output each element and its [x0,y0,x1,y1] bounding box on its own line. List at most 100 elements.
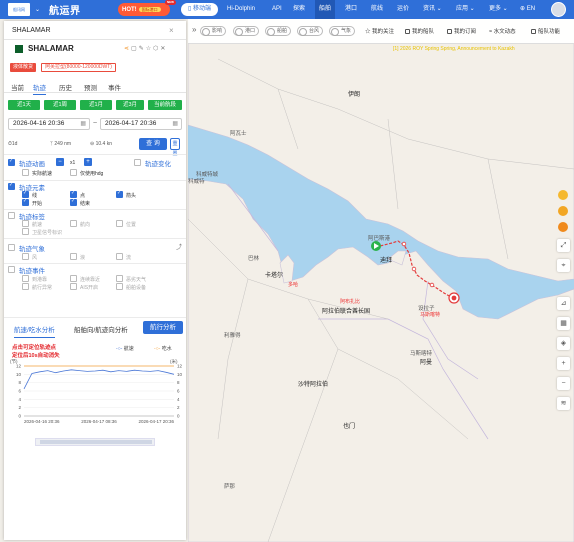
zoom-extent-icon[interactable]: ⤢ [557,239,570,252]
stat-speed: ⊖ 10.4 kn [90,141,112,147]
search-input[interactable]: SHALAMAR [12,27,51,34]
my-fleet[interactable]: 我的船队 [405,27,434,35]
query-button[interactable]: 查 询 [139,138,167,150]
nav-ports[interactable]: 港口 [345,0,357,19]
track-change-checkbox[interactable] [134,159,141,166]
track-tags-checkbox[interactable] [8,212,15,219]
date-to-field[interactable]: 2026-04-17 20:36 ▦ [100,118,182,130]
tab-speed-draft[interactable]: 航速/吃水分析 [14,324,55,338]
event-device-checkbox[interactable] [116,283,123,290]
hdg-only-checkbox[interactable] [70,169,77,176]
mobile-button[interactable]: ▯ 移动端 [181,3,218,16]
chart-svg[interactable]: (节) (米)0 02 24 46 68 810 1012 122026-04-16 20:36… [8,358,184,428]
clear-icon[interactable]: × [169,26,174,35]
nav-explore[interactable]: 探索 [293,0,305,19]
tab-track[interactable]: 轨迹 [33,82,46,95]
zoom-out-icon[interactable]: − [557,377,570,390]
hydro-status[interactable]: ≈ 水文动态 [489,27,516,35]
elem-start-checkbox[interactable] [22,198,29,206]
tag-position-checkbox[interactable] [116,220,123,227]
speed-draft-chart[interactable]: (节) (米) 0 0 2 2 4 4 6 6 8 8 10 10 12 12 2026-04-16 20:36… [8,358,184,428]
range-1d-button[interactable]: 近1天 [8,100,40,110]
toggle-weather[interactable]: 气象 [329,26,356,36]
promo-banner[interactable]: HOT! 国际港口 NEW [118,0,176,16]
edit-icon[interactable]: ✎ [139,46,146,52]
actual-speed-checkbox[interactable] [22,169,29,176]
nav-routes[interactable]: 航线 [371,0,383,19]
tag-speed-checkbox[interactable] [22,220,29,227]
fleet-functions[interactable]: 船队功能 [531,27,560,35]
event-arrival-checkbox[interactable] [22,275,29,282]
track-elements-checkbox[interactable] [8,182,15,190]
slower-button[interactable]: − [56,158,64,166]
map-label-qatar: 卡塔尔 [265,273,284,279]
zoom-in-icon[interactable]: + [557,357,570,370]
chevron-down-icon[interactable]: ⌄ [35,6,40,13]
nav-ships[interactable]: 船舶 [315,0,336,19]
tab-current[interactable]: 当前 [11,82,24,92]
event-approach-checkbox[interactable] [70,275,77,282]
track-anim-checkbox[interactable] [8,158,15,166]
tab-heading-course[interactable]: 船舶向/航迹向分析 [74,324,128,334]
range-current-leg-button[interactable]: 当前航段 [148,100,182,110]
nav-freight[interactable]: 运价 [397,0,409,19]
nav-hi-dolphin[interactable]: Hi-Dolphin [227,0,255,19]
range-3m-button[interactable]: 近3月 [116,100,144,110]
weather-wave-checkbox[interactable] [70,253,77,260]
elem-line-checkbox[interactable] [22,190,29,198]
my-follow[interactable]: ☆ 我的关注 [365,27,394,35]
faster-button[interactable]: + [84,158,92,166]
event-anomaly-checkbox[interactable] [22,283,29,290]
weather-settings-icon[interactable]: ⤴ [176,242,182,251]
nav-more[interactable]: 更多 ⌄ [489,0,508,19]
expand-icon[interactable]: » [192,25,196,34]
range-1m-button[interactable]: 近1月 [80,100,112,110]
weather-wind-checkbox[interactable] [22,253,29,260]
date-from-field[interactable]: 2026-04-16 20:36 ▦ [8,118,90,130]
grid-icon[interactable]: ▦ [557,317,570,330]
elem-point-checkbox[interactable] [70,190,77,198]
scrollbar-thumb[interactable] [40,440,152,444]
toggle-impact[interactable]: 影响 [200,26,227,36]
service-icon[interactable] [558,222,568,232]
toggle-ports[interactable]: 港口 [233,26,260,36]
map-canvas[interactable]: 伊朗 阿瓦士 科威特城 科威特 巴林 卡塔尔 多哈 阿拉伯联合酋长国 阿布扎比 … [188,19,574,542]
sun-icon[interactable] [558,190,568,200]
track-events-checkbox[interactable] [8,266,15,273]
tag-satellite-checkbox[interactable] [22,228,29,235]
tab-events[interactable]: 事件 [108,82,121,92]
nav-api[interactable]: API [272,0,282,19]
close-icon[interactable]: ✕ [160,46,167,52]
event-ais-checkbox[interactable] [70,283,77,290]
nav-language[interactable]: ⊕ EN [520,0,535,19]
chart-scrollbar[interactable] [35,438,155,446]
voyage-analysis-button[interactable]: 航行分析 [143,321,183,334]
tab-forecast[interactable]: 预测 [84,82,97,92]
weather-current-checkbox[interactable] [116,253,123,260]
track-weather-checkbox[interactable] [8,244,15,251]
event-weather-checkbox[interactable] [116,275,123,282]
chat-icon[interactable] [558,206,568,216]
avatar[interactable] [551,2,566,17]
nav-apps[interactable]: 应用 ⌄ [456,0,475,19]
announcement-banner[interactable]: [1] 2026 ROY Spring Spring, Announcement… [393,46,515,52]
toggle-typhoon[interactable]: 台风 [297,26,324,36]
tag-heading-checkbox[interactable] [70,220,77,227]
elem-arrow-checkbox[interactable] [116,190,123,198]
share-icon[interactable]: ⋖ [124,46,131,52]
my-subscription[interactable]: 我的订阅 [447,27,476,35]
lock-icon[interactable]: ▢ [131,46,139,52]
header-actions[interactable]: ⋖▢✎☆⬡✕ [124,45,167,52]
filter-icon[interactable]: ◈ [557,337,570,350]
layers-icon[interactable]: ≋ [557,397,570,410]
toggle-ships[interactable]: 船舶 [265,26,292,36]
range-1w-button[interactable]: 近1周 [44,100,76,110]
elem-end-checkbox[interactable] [70,198,77,206]
locate-icon[interactable]: ⌖ [557,259,570,272]
nav-news[interactable]: 资讯 ⌄ [423,0,442,19]
search-bar[interactable]: SHALAMAR × [4,21,186,40]
ruler-icon[interactable]: ⊿ [557,297,570,310]
site-logo[interactable]: 船讯网 [8,3,30,16]
tab-history[interactable]: 历史 [59,82,72,92]
reset-button[interactable]: 重置 [170,138,180,157]
